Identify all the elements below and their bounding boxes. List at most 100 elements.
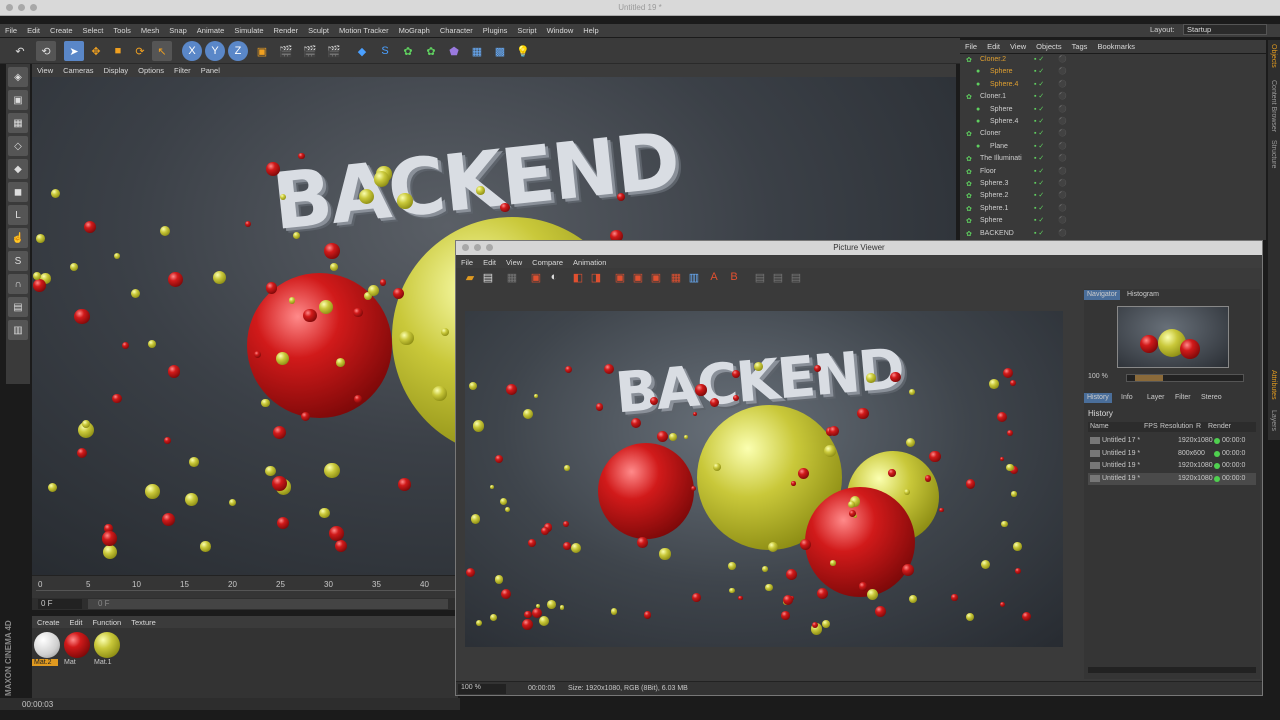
column-fps[interactable]: FPS <box>1144 423 1158 430</box>
column-resolution[interactable]: Resolution <box>1160 423 1193 430</box>
side-tab-structure[interactable]: Structure <box>1270 140 1277 168</box>
snapshot-3-icon[interactable]: ▣ <box>648 269 664 285</box>
overlay-icon[interactable]: ▤ <box>788 269 804 285</box>
menu-script[interactable]: Script <box>512 24 541 35</box>
y-axis-icon[interactable]: Y <box>205 41 225 61</box>
material-tag-icon[interactable]: ⚫ <box>1058 154 1067 162</box>
material-tag-icon[interactable]: ⚫ <box>1058 191 1067 199</box>
material-tag-icon[interactable]: ⚫ <box>1058 179 1067 187</box>
visibility-check-icon[interactable]: ▪ ✓ <box>1034 229 1044 237</box>
camera-icon[interactable]: ▩ <box>490 41 510 61</box>
material-swatch-white[interactable] <box>34 632 60 658</box>
object-name[interactable]: The Illuminati <box>980 155 1022 162</box>
points-mode-icon[interactable]: ◇ <box>8 136 28 156</box>
material-tag-icon[interactable]: ⚫ <box>1058 55 1067 63</box>
cube-icon[interactable]: ◆ <box>352 41 372 61</box>
material-menu-function[interactable]: Function <box>87 616 126 627</box>
deformer-icon[interactable]: ⬟ <box>444 41 464 61</box>
tab-layer[interactable]: Layer <box>1144 393 1168 403</box>
render-settings-icon[interactable]: 🎬 <box>324 41 344 61</box>
zoom-slider[interactable] <box>1126 374 1244 382</box>
model-mode-icon[interactable]: ▣ <box>8 90 28 110</box>
tab-info[interactable]: Info <box>1118 393 1136 403</box>
material-tag-icon[interactable]: ⚫ <box>1058 229 1067 237</box>
render-to-picture-viewer-icon[interactable]: 🎬 <box>300 41 320 61</box>
menu-snap[interactable]: Snap <box>164 24 192 35</box>
lock-workplane-icon[interactable]: ▥ <box>8 320 28 340</box>
visibility-check-icon[interactable]: ▪ ✓ <box>1034 167 1044 175</box>
object-name[interactable]: Cloner.1 <box>980 93 1006 100</box>
history-row[interactable]: Untitled 17 * 1920x1080 00:00:0 <box>1088 435 1256 447</box>
visibility-check-icon[interactable]: ▪ ✓ <box>1034 55 1044 63</box>
menu-edit[interactable]: Edit <box>22 24 45 35</box>
tweak-mode-icon[interactable]: ☝ <box>8 228 28 248</box>
tab-history[interactable]: History <box>1084 393 1112 403</box>
object-row[interactable]: ● Sphere.4 ▪ ✓ ⚫ <box>960 116 1266 128</box>
material-label[interactable]: Mat.2 <box>32 659 58 666</box>
viewport-menu-filter[interactable]: Filter <box>169 64 196 75</box>
menu-animate[interactable]: Animate <box>192 24 230 35</box>
object-row[interactable]: ● Plane ▪ ✓ ⚫ <box>960 141 1266 153</box>
menu-help[interactable]: Help <box>578 24 603 35</box>
material-tag-icon[interactable]: ⚫ <box>1058 117 1067 125</box>
tab-stereo[interactable]: Stereo <box>1198 393 1225 403</box>
menu-render[interactable]: Render <box>269 24 304 35</box>
environment-icon[interactable]: ▦ <box>467 41 487 61</box>
object-name[interactable]: Sphere.3 <box>980 180 1008 187</box>
object-menu-file[interactable]: File <box>960 40 982 51</box>
material-tag-icon[interactable]: ⚫ <box>1058 92 1067 100</box>
navigator-zoom[interactable]: 100 % <box>1088 373 1108 380</box>
material-menu-edit[interactable]: Edit <box>65 616 88 627</box>
material-tag-icon[interactable]: ⚫ <box>1058 142 1067 150</box>
stop-render-icon[interactable]: ▦ <box>504 269 520 285</box>
material-swatch-red[interactable] <box>64 632 90 658</box>
history-row[interactable]: Untitled 19 * 1920x1080 00:00:0 <box>1088 472 1256 485</box>
menu-sculpt[interactable]: Sculpt <box>303 24 334 35</box>
history-row[interactable]: Untitled 19 * 800x600 00:00:0 <box>1088 448 1256 460</box>
mograph-icon[interactable]: ✿ <box>421 41 441 61</box>
polygons-mode-icon[interactable]: ◼ <box>8 182 28 202</box>
object-row[interactable]: ✿ Floor ▪ ✓ ⚫ <box>960 166 1266 178</box>
pv-menu-view[interactable]: View <box>501 256 527 267</box>
rotate-icon[interactable]: ⟳ <box>130 41 150 61</box>
compare-icon[interactable]: ▦ <box>668 269 684 285</box>
object-row[interactable]: ✿ Sphere.1 ▪ ✓ ⚫ <box>960 203 1266 215</box>
menu-file[interactable]: File <box>0 24 22 35</box>
viewport-menu-view[interactable]: View <box>32 64 58 75</box>
object-menu-tags[interactable]: Tags <box>1067 40 1093 51</box>
swap-icon[interactable]: ▤ <box>752 269 768 285</box>
side-tab-attributes[interactable]: Attributes <box>1270 370 1277 400</box>
visibility-check-icon[interactable]: ▪ ✓ <box>1034 129 1044 137</box>
ab-compare-2-icon[interactable]: ◨ <box>588 269 604 285</box>
object-name[interactable]: Sphere <box>990 106 1013 113</box>
object-name[interactable]: Sphere.4 <box>990 118 1018 125</box>
object-row[interactable]: ✿ Cloner.1 ▪ ✓ ⚫ <box>960 91 1266 103</box>
difference-icon[interactable]: ▤ <box>770 269 786 285</box>
material-menu-create[interactable]: Create <box>32 616 65 627</box>
viewport-menu-cameras[interactable]: Cameras <box>58 64 98 75</box>
visibility-check-icon[interactable]: ▪ ✓ <box>1034 80 1044 88</box>
z-axis-icon[interactable]: Z <box>228 41 248 61</box>
zoom-slider-handle[interactable] <box>1135 375 1163 381</box>
coordinate-system-icon[interactable]: ▣ <box>252 41 272 61</box>
magnet-icon[interactable]: ∩ <box>8 274 28 294</box>
tab-navigator[interactable]: Navigator <box>1084 290 1120 300</box>
menu-mograph[interactable]: MoGraph <box>394 24 435 35</box>
column-name[interactable]: Name <box>1090 423 1109 430</box>
object-menu-bookmarks[interactable]: Bookmarks <box>1092 40 1140 51</box>
tab-histogram[interactable]: Histogram <box>1124 290 1162 300</box>
object-row[interactable]: ● Sphere.4 ▪ ✓ ⚫ <box>960 79 1266 91</box>
render-view-icon[interactable]: 🎬 <box>276 41 296 61</box>
menu-mesh[interactable]: Mesh <box>136 24 164 35</box>
material-tag-icon[interactable]: ⚫ <box>1058 204 1067 212</box>
visibility-check-icon[interactable]: ▪ ✓ <box>1034 92 1044 100</box>
material-tag-icon[interactable]: ⚫ <box>1058 167 1067 175</box>
scale-icon[interactable]: ■ <box>108 41 128 61</box>
object-name[interactable]: BACKEND <box>980 230 1014 237</box>
navigator-thumbnail[interactable] <box>1117 306 1229 368</box>
material-menu-texture[interactable]: Texture <box>126 616 161 627</box>
visibility-check-icon[interactable]: ▪ ✓ <box>1034 179 1044 187</box>
texture-mode-icon[interactable]: ▦ <box>8 113 28 133</box>
subdivision-icon[interactable]: ✿ <box>398 41 418 61</box>
workplane-icon[interactable]: ▤ <box>8 297 28 317</box>
